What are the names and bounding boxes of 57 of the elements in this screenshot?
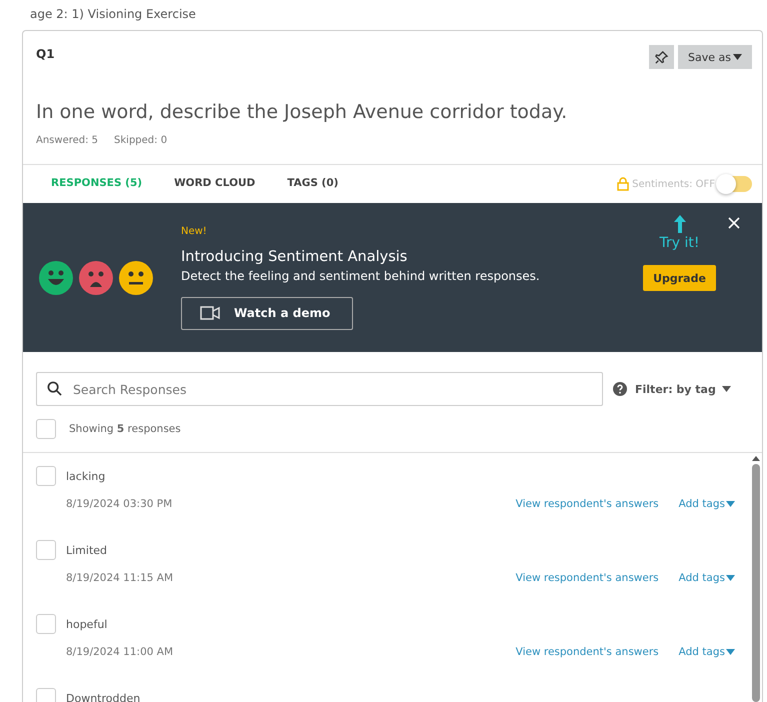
help-icon[interactable] bbox=[613, 382, 627, 396]
select-all-checkbox[interactable] bbox=[36, 419, 56, 439]
tab[interactable]: RESPONSES (5) bbox=[51, 177, 142, 191]
caret-icon bbox=[722, 386, 731, 392]
response-text: lacking bbox=[66, 470, 106, 482]
response-checkbox[interactable] bbox=[36, 466, 56, 486]
response-text: Limited bbox=[66, 544, 108, 556]
breadcrumb: age 2: 1) Visioning Exercise bbox=[30, 6, 197, 23]
view-answers-link[interactable]: View respondent's answers bbox=[516, 498, 659, 510]
caret-icon bbox=[733, 54, 742, 60]
lock-icon bbox=[617, 177, 630, 191]
answered-count: Answered: 5 bbox=[36, 135, 98, 146]
watch-demo-button[interactable]: Watch a demo bbox=[181, 296, 354, 330]
sentiments-toggle[interactable] bbox=[718, 176, 752, 192]
response-text: hopeful bbox=[66, 618, 108, 630]
response-checkbox[interactable] bbox=[36, 540, 56, 560]
response-checkbox[interactable] bbox=[36, 614, 56, 634]
banner-title: Introducing Sentiment Analysis bbox=[181, 248, 408, 264]
pin-icon bbox=[654, 50, 670, 64]
scroll-up-icon[interactable] bbox=[752, 456, 760, 461]
tab[interactable]: WORD CLOUD bbox=[174, 177, 256, 191]
banner-description: Detect the feeling and sentiment behind written responses. bbox=[181, 268, 540, 282]
arrow-up-icon bbox=[674, 215, 686, 233]
scrollbar-thumb[interactable] bbox=[752, 464, 760, 702]
question-number: Q1 bbox=[36, 47, 55, 61]
save-as-button[interactable]: Save as bbox=[678, 45, 752, 69]
caret-icon bbox=[726, 649, 735, 655]
try-it-label: Try it! bbox=[660, 235, 700, 251]
new-label: New! bbox=[181, 226, 207, 236]
happy-face-icon bbox=[39, 260, 73, 294]
caret-icon bbox=[726, 501, 735, 507]
sad-face-icon bbox=[79, 260, 113, 294]
caret-icon bbox=[726, 575, 735, 581]
showing-count: Showing 5 responses bbox=[69, 423, 181, 435]
video-camera-icon bbox=[200, 306, 220, 320]
add-tags-link[interactable]: Add tags bbox=[678, 498, 735, 510]
sentiments-label: Sentiments: OFF bbox=[632, 178, 715, 190]
response-date: 8/19/2024 11:00 AM bbox=[66, 646, 174, 658]
filter-dropdown[interactable]: Filter: by tag bbox=[635, 382, 731, 396]
add-tags-link[interactable]: Add tags bbox=[678, 646, 735, 658]
upgrade-button[interactable]: Upgrade bbox=[643, 265, 716, 291]
response-checkbox[interactable] bbox=[36, 688, 56, 702]
response-date: 8/19/2024 11:15 AM bbox=[66, 572, 174, 584]
tab[interactable]: TAGS (0) bbox=[287, 177, 338, 191]
search-icon bbox=[47, 381, 62, 396]
close-icon bbox=[728, 217, 740, 229]
view-answers-link[interactable]: View respondent's answers bbox=[516, 646, 659, 658]
question-text: In one word, describe the Joseph Avenue corridor today. bbox=[35, 100, 568, 123]
search-field[interactable]: Search Responses bbox=[36, 372, 603, 406]
add-tags-link[interactable]: Add tags bbox=[678, 572, 735, 584]
response-text: Downtrodden bbox=[66, 692, 140, 702]
view-answers-link[interactable]: View respondent's answers bbox=[516, 572, 659, 584]
skipped-count: Skipped: 0 bbox=[114, 135, 168, 146]
pin-button[interactable] bbox=[649, 45, 674, 69]
response-date: 8/19/2024 03:30 PM bbox=[66, 498, 172, 510]
neutral-face-icon bbox=[119, 260, 153, 294]
close-button[interactable] bbox=[728, 217, 740, 229]
